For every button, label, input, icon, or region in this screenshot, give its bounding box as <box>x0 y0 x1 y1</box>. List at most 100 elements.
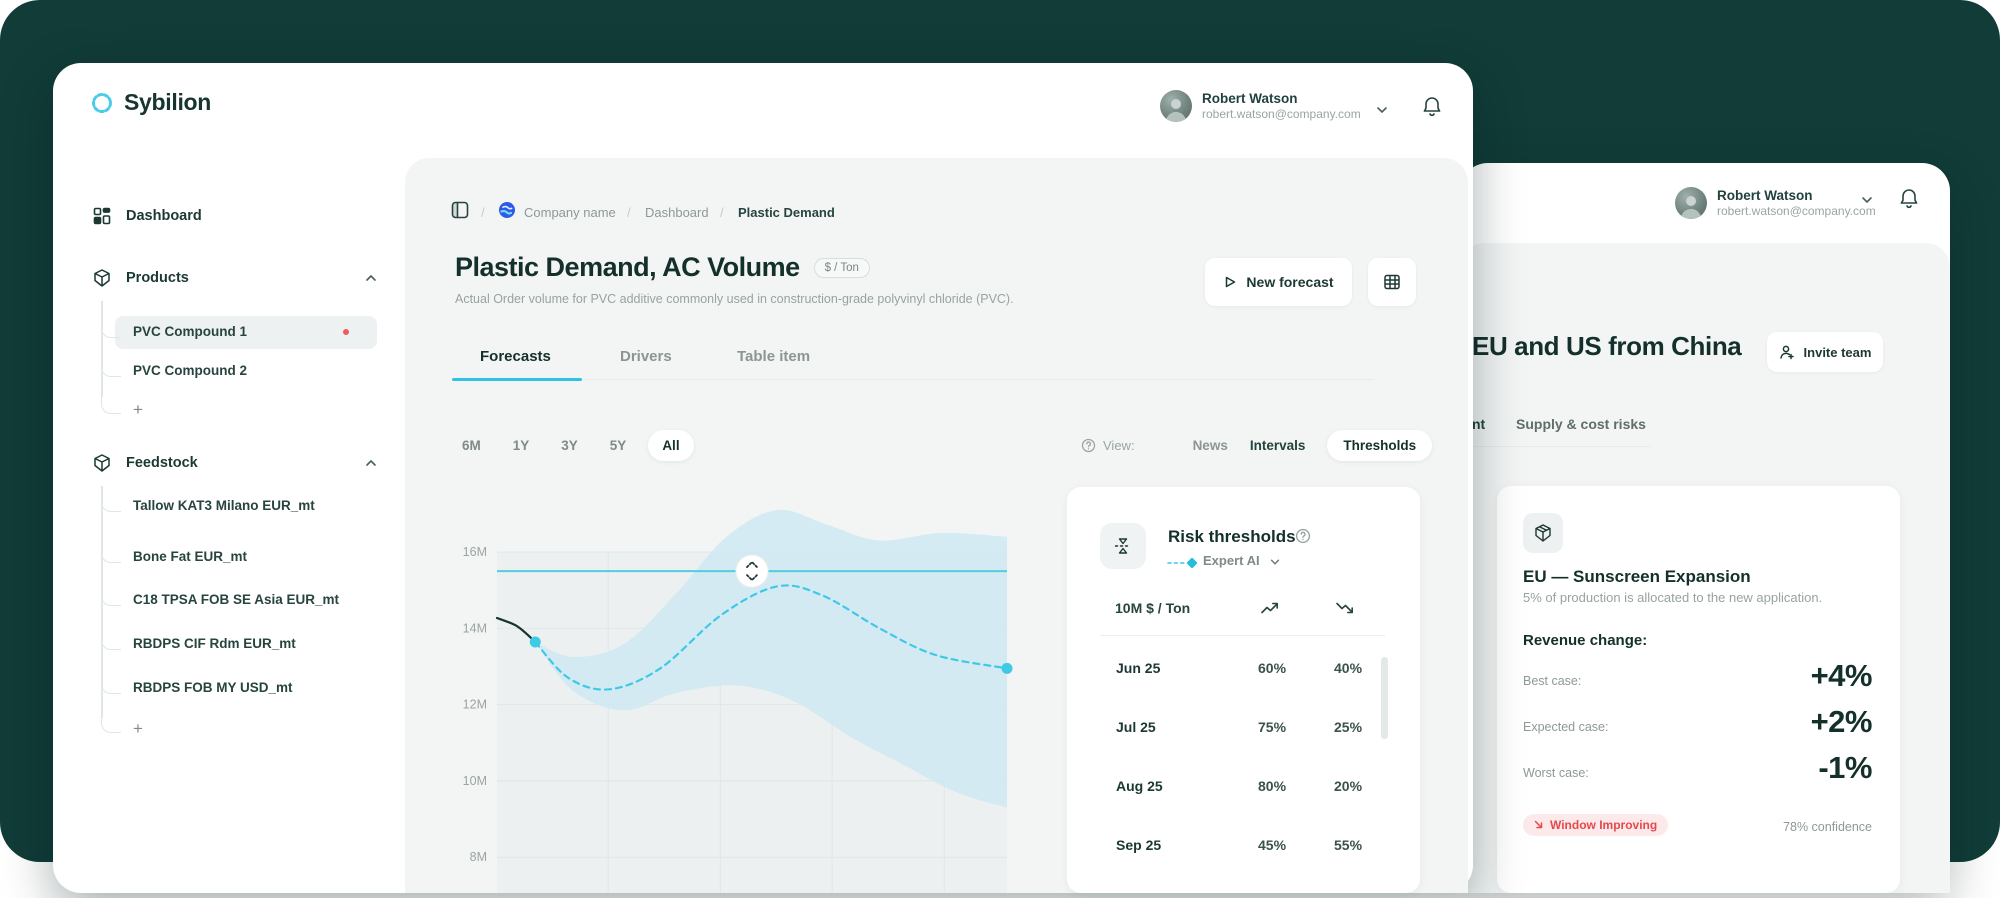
range-6m[interactable]: 6M <box>452 430 491 461</box>
tab-forecasts[interactable]: Forecasts <box>480 348 551 365</box>
active-tab-underline <box>452 378 582 381</box>
view-option-intervals[interactable]: Intervals <box>1250 438 1306 453</box>
range-3y[interactable]: 3Y <box>551 430 588 461</box>
breadcrumb-separator: / <box>627 205 631 220</box>
scenario-card: EU — Sunscreen Expansion 5% of productio… <box>1497 486 1900 893</box>
table-view-button[interactable] <box>1368 258 1416 306</box>
breadcrumb-dashboard[interactable]: Dashboard <box>645 205 709 220</box>
chevron-down-icon[interactable] <box>1269 556 1281 568</box>
svg-text:8M: 8M <box>470 850 487 864</box>
tree-elbow <box>101 668 121 694</box>
content-panel: / Company name / Dashboard / Plastic Dem… <box>405 158 1468 893</box>
breadcrumb-company[interactable]: Company name <box>524 205 616 220</box>
tree-elbow <box>101 707 121 733</box>
brand-name: Sybilion <box>124 89 211 116</box>
sidebar-item-feedstock-1[interactable]: Tallow KAT3 Milano EUR_mt <box>133 498 315 513</box>
range-all[interactable]: All <box>648 430 693 461</box>
user-menu[interactable]: Robert Watson robert.watson@company.com <box>1160 90 1361 122</box>
add-feedstock-button[interactable]: + <box>133 719 143 739</box>
trend-down-icon[interactable] <box>1335 600 1355 616</box>
threshold-drag-handle[interactable] <box>736 555 768 587</box>
source-select-label[interactable]: Expert AI <box>1203 553 1260 568</box>
user-email: robert.watson@company.com <box>1717 204 1876 219</box>
sidebar-toggle-icon[interactable] <box>450 200 470 220</box>
risk-row-down: 55% <box>1334 837 1362 853</box>
table-icon <box>1383 273 1401 291</box>
svg-text:14M: 14M <box>463 621 487 635</box>
bell-icon[interactable] <box>1898 187 1920 211</box>
trend-up-icon[interactable] <box>1260 600 1280 616</box>
risk-row-up: 75% <box>1258 719 1286 735</box>
chevron-down-icon[interactable] <box>1375 103 1389 117</box>
view-option-thresholds[interactable]: Thresholds <box>1327 430 1432 461</box>
sidebar-section-feedstock[interactable]: Feedstock <box>92 453 378 473</box>
package-icon <box>1523 513 1563 553</box>
page-title: Plastic Demand, AC Volume <box>455 252 800 283</box>
sidebar-item-pvc-compound-1[interactable]: PVC Compound 1 <box>133 324 363 339</box>
risk-unit-header: 10M $ / Ton <box>1115 600 1190 616</box>
scenario-title: EU — Sunscreen Expansion <box>1523 567 1751 587</box>
breadcrumb-separator: / <box>481 205 485 220</box>
scrollbar[interactable] <box>1381 657 1388 739</box>
worst-case-label: Worst case: <box>1523 766 1589 780</box>
play-icon <box>1223 275 1237 289</box>
chevron-up-icon <box>364 271 378 285</box>
invite-team-button[interactable]: Invite team <box>1767 332 1883 372</box>
company-logo-icon <box>498 201 516 219</box>
user-email: robert.watson@company.com <box>1202 107 1361 122</box>
brand-logo[interactable]: Sybilion <box>90 89 211 116</box>
sidebar-section-label: Feedstock <box>126 455 198 471</box>
forecast-legend-icon <box>1167 557 1197 569</box>
risk-panel-title: Risk thresholds <box>1168 527 1296 547</box>
user-menu[interactable]: Robert Watson robert.watson@company.com <box>1675 187 1876 219</box>
risk-row-month: Sep 25 <box>1116 837 1161 853</box>
range-5y[interactable]: 5Y <box>600 430 637 461</box>
risk-row-up: 60% <box>1258 660 1286 676</box>
chevron-up-icon <box>364 456 378 470</box>
package-icon <box>92 268 112 288</box>
bell-icon[interactable] <box>1421 95 1443 119</box>
best-case-label: Best case: <box>1523 674 1581 688</box>
sidebar-item-label: Dashboard <box>126 208 202 224</box>
breadcrumb-current: Plastic Demand <box>738 205 835 220</box>
view-option-news[interactable]: News <box>1193 438 1228 453</box>
worst-case-value: -1% <box>1818 750 1872 786</box>
tree-elbow <box>101 580 121 606</box>
alert-dot <box>343 329 349 335</box>
forecast-chart[interactable]: 16M14M12M10M8M <box>440 495 1015 893</box>
risk-row-down: 20% <box>1334 778 1362 794</box>
risk-row-month: Aug 25 <box>1116 778 1163 794</box>
tab-partial[interactable]: nt <box>1472 416 1485 432</box>
avatar <box>1675 187 1707 219</box>
secondary-window: Robert Watson robert.watson@company.com … <box>1460 163 1950 893</box>
threshold-icon <box>1100 523 1146 569</box>
tab-drivers[interactable]: Drivers <box>620 348 672 365</box>
svg-text:10M: 10M <box>463 774 487 788</box>
expected-case-label: Expected case: <box>1523 720 1608 734</box>
risk-row-month: Jul 25 <box>1116 719 1156 735</box>
help-circle-icon[interactable] <box>1081 438 1096 453</box>
add-product-button[interactable]: + <box>133 400 143 420</box>
status-badge: Window Improving <box>1523 814 1668 836</box>
sidebar-item-feedstock-5[interactable]: RBDPS FOB MY USD_mt <box>133 680 293 695</box>
range-1y[interactable]: 1Y <box>503 430 540 461</box>
secondary-content: EU and US from China Invite team nt Supp… <box>1460 243 1950 893</box>
breadcrumb-separator: / <box>720 205 724 220</box>
tree-elbow <box>101 312 121 338</box>
tab-table-item[interactable]: Table item <box>737 348 810 365</box>
secondary-heading: EU and US from China <box>1472 331 1741 362</box>
sidebar-item-dashboard[interactable]: Dashboard <box>92 206 202 226</box>
sidebar-item-feedstock-3[interactable]: C18 TPSA FOB SE Asia EUR_mt <box>133 592 339 607</box>
new-forecast-button[interactable]: New forecast <box>1205 258 1352 306</box>
sidebar-item-pvc-compound-2[interactable]: PVC Compound 2 <box>133 363 247 378</box>
sidebar-item-feedstock-2[interactable]: Bone Fat EUR_mt <box>133 549 247 564</box>
sidebar-section-products[interactable]: Products <box>92 268 378 288</box>
help-circle-icon[interactable] <box>1295 528 1311 544</box>
scenario-subtitle: 5% of production is allocated to the new… <box>1523 590 1822 605</box>
chevron-down-icon[interactable] <box>1860 193 1874 207</box>
risk-row-down: 40% <box>1334 660 1362 676</box>
tab-supply-cost-risks[interactable]: Supply & cost risks <box>1516 416 1646 432</box>
divider <box>1100 635 1385 636</box>
brand-mark-icon <box>90 91 114 115</box>
sidebar-item-feedstock-4[interactable]: RBDPS CIF Rdm EUR_mt <box>133 636 296 651</box>
